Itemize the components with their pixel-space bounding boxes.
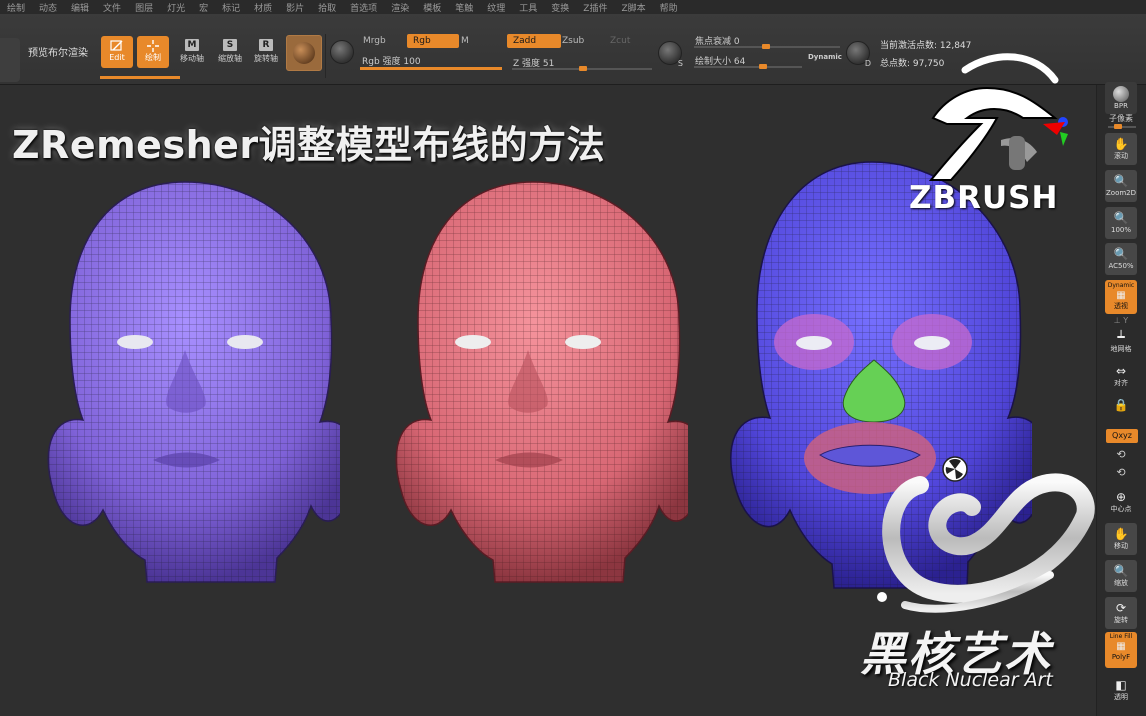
magnifier-icon: 🔍 [1113, 247, 1129, 261]
rotate-view-button[interactable]: ⟳ 旋转 [1105, 597, 1137, 629]
rotate-view-label: 旋转 [1114, 616, 1128, 624]
actual-size-label: 100% [1110, 226, 1131, 234]
scale-magnifier-icon: 🔍 [1113, 564, 1129, 578]
subpixel-label: 子像素 [1109, 114, 1133, 123]
grid-icon: ▦ [1116, 290, 1126, 301]
floor-icon: ┷ [1117, 330, 1125, 344]
magnifier-icon: 🔍 [1113, 211, 1129, 225]
black-nuclear-art-logo-icon [877, 456, 1095, 613]
hand-icon: ✋ [1113, 137, 1129, 151]
video-title: ZRemesher调整模型布线的方法 [12, 123, 606, 167]
magnifier-icon: 🔍 [1113, 174, 1129, 188]
zoom2d-button[interactable]: 🔍 Zoom2D [1105, 170, 1137, 202]
zbrush-brand-text: ZBRUSH [909, 180, 1059, 216]
scroll-label: 滚动 [1114, 152, 1128, 160]
rotate-z-icon[interactable]: ⟲ [1103, 466, 1139, 479]
floor-label: 地网格 [1110, 345, 1132, 353]
transparency-label: 透明 [1114, 693, 1128, 701]
scroll-button[interactable]: ✋ 滚动 [1105, 133, 1137, 165]
right-eye [565, 335, 601, 349]
polyf-label: PolyF [1111, 653, 1131, 661]
antialiased-half-button[interactable]: 🔍 AC50% [1105, 243, 1137, 275]
subpixel-slider[interactable] [1108, 126, 1136, 128]
purple-head-model[interactable] [35, 170, 340, 590]
floor-grid-button[interactable]: ┷ 地网格 [1105, 326, 1137, 358]
left-eye [796, 336, 832, 350]
actual-size-button[interactable]: 🔍 100% [1105, 207, 1137, 239]
move-hand-icon: ✋ [1113, 527, 1129, 541]
perspective-label: 透视 [1114, 302, 1128, 310]
align-icon: ⇔ [1115, 364, 1127, 378]
studio-name-english: Black Nuclear Art [888, 669, 1053, 691]
polyframe-grid-icon: ▦ [1116, 641, 1126, 652]
align-button[interactable]: ⇔ 对齐 [1105, 360, 1137, 392]
bpr-sphere-icon [1113, 86, 1129, 102]
scale-view-label: 缩放 [1114, 579, 1128, 587]
axis-marker: ⊥ Y [1113, 316, 1129, 325]
align-label: 对齐 [1114, 379, 1128, 387]
bpr-label: BPR [1114, 102, 1128, 110]
subpixel-knob[interactable] [1114, 124, 1122, 129]
xyz-rotation-toggle[interactable]: Qxyz [1106, 429, 1138, 443]
lock-button[interactable]: 🔒 [1105, 394, 1137, 426]
lock-icon: 🔒 [1113, 398, 1129, 412]
dynamic-label: Dynamic [1107, 282, 1135, 289]
move-view-label: 移动 [1114, 542, 1128, 550]
move-view-button[interactable]: ✋ 移动 [1105, 523, 1137, 555]
ac50-label: AC50% [1108, 262, 1134, 270]
right-eye [227, 335, 263, 349]
transparency-button[interactable]: ◧ 透明 [1105, 674, 1137, 706]
center-icon: ⊕ [1115, 490, 1127, 504]
linefill-label: Line Fill [1109, 633, 1133, 640]
center-label: 中心点 [1110, 505, 1132, 513]
polyframe-button[interactable]: Line Fill ▦ PolyF [1105, 632, 1137, 668]
transparency-icon: ◧ [1115, 678, 1127, 692]
zoom2d-label: Zoom2D [1105, 189, 1137, 197]
rotate-y-icon[interactable]: ⟲ [1103, 448, 1139, 461]
perspective-button[interactable]: Dynamic ▦ 透视 [1105, 280, 1137, 314]
rotate-arrows-icon: ⟳ [1115, 601, 1127, 615]
bpr-render-button[interactable]: BPR [1105, 82, 1137, 114]
right-eye [914, 336, 950, 350]
left-eye [455, 335, 491, 349]
left-eye [117, 335, 153, 349]
scale-view-button[interactable]: 🔍 缩放 [1105, 560, 1137, 592]
pink-head-model[interactable] [383, 170, 688, 590]
center-button[interactable]: ⊕ 中心点 [1105, 486, 1137, 518]
